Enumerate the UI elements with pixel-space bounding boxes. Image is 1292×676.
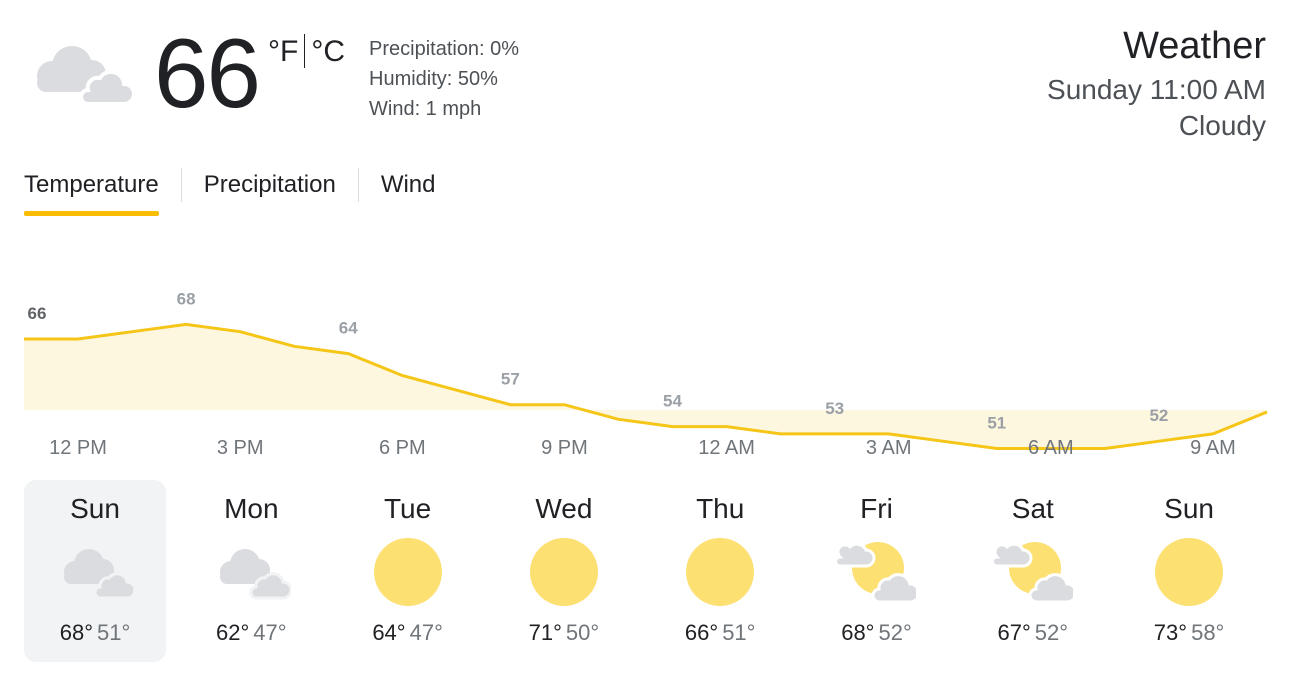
temperature-chart[interactable]: 66 68 64 57 54 53 51 52 12 PM 3 PM 6 PM 9 PM 12 AM 3 … [0,280,1292,480]
chart-tabs: Temperature Precipitation Wind [24,168,436,220]
forecast-day-name: Wed [535,493,593,524]
temperature-area [24,324,1267,449]
time-tick-label: 12 AM [698,437,755,459]
forecast-day-name: Tue [383,493,432,524]
temperature-value-label: 57 [501,370,520,389]
temperature-value-label: 52 [1149,406,1168,425]
tab-divider [180,168,182,202]
forecast-day[interactable]: Wed 71° 50° [493,480,635,662]
current-details: Precipitation: 0% Humidity: 50% Wind: 1 … [369,34,519,124]
temperature-value-label: 51 [987,414,1006,433]
forecast-low: 50° [565,620,600,645]
forecast-temps: 73° 58° [1118,618,1260,648]
wind-text: Wind: 1 mph [369,98,482,120]
unit-toggle: °F °C [268,34,345,70]
forecast-low: 47° [253,620,287,645]
tab-temperature[interactable]: Temperature [24,168,159,216]
weather-datetime: Sunday 11:00 AM [1047,74,1266,105]
forecast-high: 67° [997,620,1031,645]
time-tick-label: 6 AM [1028,437,1074,459]
forecast-high: 73° [1153,620,1188,645]
forecast-day-name: Sun [1164,493,1214,524]
daily-forecast: Sun 68° 51° Mon 62° 47° Tue 64° 47° Wed 71° 50° Thu 6… [24,480,1268,664]
forecast-day-name: Sat [1011,493,1054,524]
forecast-low: 58° [1191,620,1225,645]
forecast-day[interactable]: Fri 68° 52° [805,480,947,662]
temperature-value-label: 66 [28,304,47,323]
temperature-value-label: 54 [663,392,682,411]
forecast-low: 51° [722,620,756,645]
forecast-temps: 67° 52° [962,618,1104,648]
current-temperature: 66 [154,18,261,128]
cloudy-icon [37,46,132,106]
forecast-low: 47° [409,620,443,645]
sunny-icon [529,538,598,606]
time-tick-label: 9 PM [541,437,588,459]
forecast-temps: 68° 51° [24,618,166,648]
humidity-text: Humidity: 50% [369,68,498,90]
weather-header: Weather Sunday 11:00 AM Cloudy [1047,24,1266,144]
sunny-icon [373,538,442,606]
unit-divider [304,34,306,68]
forecast-high: 68° [59,620,93,645]
precipitation-text: Precipitation: 0% [369,38,520,60]
forecast-high: 68° [841,620,875,645]
forecast-day[interactable]: Sun 73° 58° [1118,480,1260,662]
forecast-low: 52° [878,620,912,645]
forecast-day-name: Thu [696,493,745,524]
forecast-day[interactable]: Sat 67° 52° [962,480,1104,662]
forecast-high: 64° [372,620,406,645]
forecast-low: 51° [97,620,131,645]
forecast-high: 71° [528,620,562,645]
forecast-day-name: Fri [860,493,893,524]
forecast-temps: 71° 50° [493,618,635,648]
forecast-day-name: Sun [70,493,120,524]
celsius-button[interactable]: °C [311,34,345,70]
forecast-day[interactable]: Thu 66° 51° [649,480,791,662]
weather-title: Weather [1123,25,1266,67]
cloudy-icon [220,549,292,600]
cloudy-icon [64,549,135,600]
tab-precipitation[interactable]: Precipitation [204,168,336,216]
forecast-temps: 68° 52° [805,618,947,648]
forecast-high: 66° [684,620,719,645]
forecast-day-name: Mon [224,493,279,524]
weather-condition: Cloudy [1178,110,1266,141]
temperature-value-label: 68 [177,289,196,308]
time-tick-label: 3 PM [217,437,264,459]
tab-divider [357,168,359,202]
forecast-day[interactable]: Mon 62° 47° [180,480,322,662]
temperature-value-label: 64 [339,319,358,338]
sunny-icon [686,538,755,606]
forecast-temps: 66° 51° [649,618,791,648]
time-tick-label: 6 PM [379,437,426,459]
time-tick-label: 12 PM [49,437,107,459]
partly-cloudy-icon [836,542,917,604]
forecast-temps: 64° 47° [337,618,479,648]
forecast-day[interactable]: Tue 64° 47° [337,480,479,662]
forecast-low: 52° [1034,620,1069,645]
fahrenheit-button[interactable]: °F [268,34,298,70]
tab-wind[interactable]: Wind [381,168,436,216]
sunny-icon [1155,538,1224,606]
partly-cloudy-icon [992,542,1073,604]
temperature-value-label: 53 [825,399,844,418]
forecast-day[interactable]: Sun 68° 51° [24,480,166,662]
forecast-temps: 62° 47° [180,618,322,648]
time-tick-label: 3 AM [866,437,912,459]
forecast-high: 62° [216,620,250,645]
time-tick-label: 9 AM [1190,437,1236,459]
